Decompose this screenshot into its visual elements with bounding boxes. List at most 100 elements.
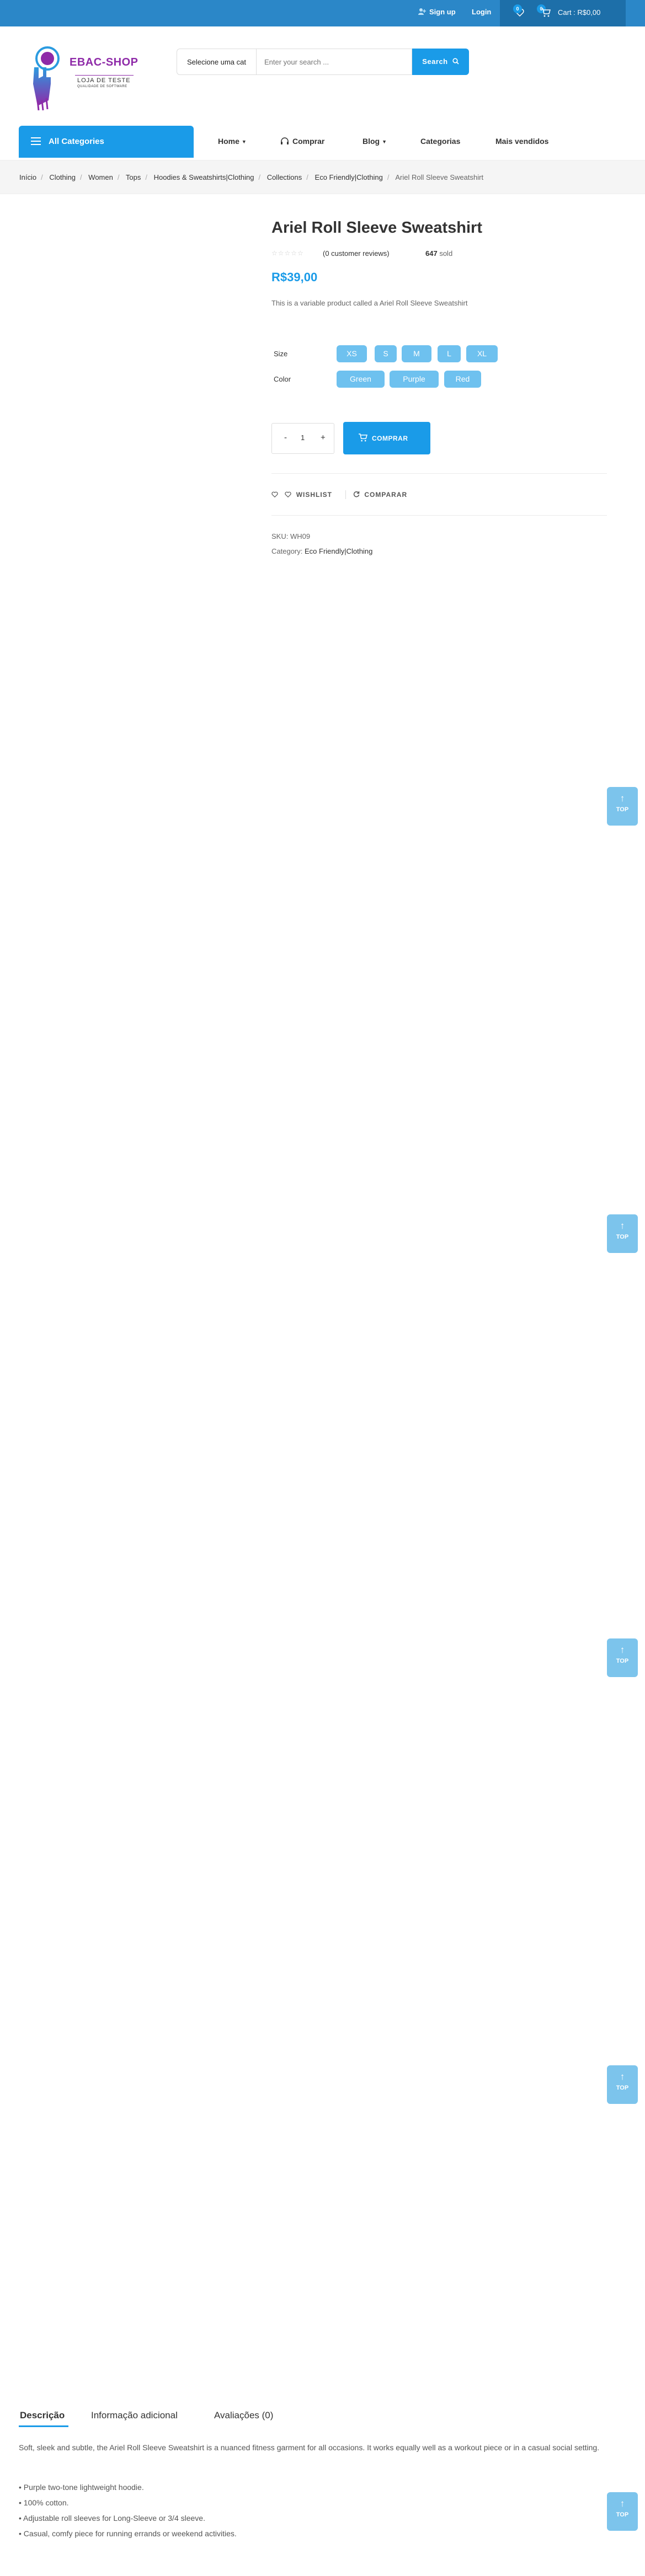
quantity-stepper: - 1 + (271, 423, 334, 454)
category-link[interactable]: Eco Friendly|Clothing (305, 547, 372, 555)
headset-icon (281, 137, 289, 144)
logo-subtagline: QUALIDADE DE SOFTWARE (77, 85, 127, 88)
tab-informacao-adicional[interactable]: Informação adicional (91, 2410, 178, 2421)
heart-icon (271, 491, 278, 498)
top-bar: Sign up Login 0 0 Cart : R$0,00 (0, 0, 645, 26)
breadcrumb-item[interactable]: Hoodies & Sweatshirts|Clothing (154, 173, 254, 181)
back-to-top-button[interactable]: ↑ TOP (607, 1214, 638, 1253)
active-tab-indicator (19, 2425, 68, 2427)
top-label: TOP (616, 2511, 629, 2518)
logo-brand-text: EBAC-SHOP (70, 56, 138, 68)
cart-total-link[interactable]: Cart : R$0,00 (558, 8, 600, 17)
breadcrumb: Início / Clothing / Women / Tops / Hoodies &… (0, 160, 645, 194)
reviews-link[interactable]: (0 customer reviews) (323, 249, 390, 258)
search-input[interactable] (256, 49, 412, 75)
back-to-top-button[interactable]: ↑ TOP (607, 787, 638, 826)
arrow-up-icon: ↑ (620, 1220, 625, 1231)
top-label: TOP (616, 1658, 629, 1664)
all-categories-label: All Categories (49, 137, 104, 146)
nav-home-label: Home (218, 137, 239, 146)
arrow-up-icon: ↑ (620, 1645, 625, 1655)
all-categories-button[interactable]: All Categories (19, 126, 194, 158)
signup-label: Sign up (429, 8, 456, 16)
nav-comprar-label: Comprar (292, 137, 325, 146)
breadcrumb-item[interactable]: Início (19, 173, 36, 181)
rating-stars-icon: ☆☆☆☆☆ (271, 249, 304, 257)
product-description: Soft, sleek and subtle, the Ariel Roll S… (19, 2443, 600, 2452)
nav-mais-vendidos[interactable]: Mais vendidos (495, 137, 548, 146)
size-option-l[interactable]: L (438, 345, 461, 362)
size-option-m[interactable]: M (402, 345, 431, 362)
quantity-increase-button[interactable]: + (321, 433, 326, 442)
sold-count: 647 sold (425, 249, 452, 258)
divider (271, 473, 607, 474)
wishlist-button[interactable]: WISHLIST (271, 491, 332, 499)
list-item: • Purple two-tone lightweight hoodie. (19, 2483, 144, 2492)
breadcrumb-item[interactable]: Women (88, 173, 113, 181)
sku-label: SKU: (271, 532, 289, 540)
list-item: • Casual, comfy piece for running errand… (19, 2529, 237, 2538)
color-option-green[interactable]: Green (337, 371, 385, 388)
top-label: TOP (616, 806, 629, 813)
product-category: Category: Eco Friendly|Clothing (271, 547, 372, 555)
product-sku: SKU: WH09 (271, 532, 310, 540)
search-button[interactable]: Search (412, 49, 469, 75)
nav-blog[interactable]: Blog ▼ (363, 137, 387, 146)
size-option-xs[interactable]: XS (337, 345, 367, 362)
search-bar: Selecione uma cat Search (177, 49, 469, 75)
login-link[interactable]: Login (472, 8, 491, 16)
size-option-xl[interactable]: XL (466, 345, 498, 362)
signup-link[interactable]: Sign up (418, 8, 456, 16)
color-option-red[interactable]: Red (444, 371, 481, 388)
chevron-down-icon: ▼ (382, 139, 387, 144)
back-to-top-button[interactable]: ↑ TOP (607, 2492, 638, 2531)
breadcrumb-current: Ariel Roll Sleeve Sweatshirt (395, 173, 484, 181)
feature-list: • Purple two-tone lightweight hoodie. • … (19, 2479, 237, 2541)
search-category-select[interactable]: Selecione uma cat (177, 49, 256, 75)
logo-hand-icon (33, 46, 60, 111)
buy-button-label: COMPRAR (372, 435, 408, 442)
breadcrumb-item[interactable]: Tops (126, 173, 141, 181)
category-label: Category: (271, 547, 303, 555)
search-icon (452, 58, 459, 65)
top-label: TOP (616, 2085, 629, 2091)
size-label: Size (274, 350, 288, 358)
chevron-down-icon: ▼ (241, 139, 247, 144)
refresh-icon (353, 491, 360, 497)
compare-label: COMPARAR (364, 491, 408, 499)
sold-label: sold (439, 249, 453, 258)
breadcrumb-item[interactable]: Collections (267, 173, 302, 181)
breadcrumb-item[interactable]: Eco Friendly|Clothing (315, 173, 383, 181)
logo-divider (75, 75, 134, 76)
sold-number: 647 (425, 249, 438, 258)
back-to-top-button[interactable]: ↑ TOP (607, 2065, 638, 2104)
nav-home[interactable]: Home ▼ (218, 137, 247, 146)
cart-icon[interactable] (541, 8, 551, 17)
wishlist-count-badge: 0 (513, 4, 522, 13)
action-separator (345, 490, 346, 499)
divider (271, 515, 607, 516)
arrow-up-icon: ↑ (620, 2498, 625, 2509)
product-title: Ariel Roll Sleeve Sweatshirt (271, 219, 482, 237)
back-to-top-button[interactable]: ↑ TOP (607, 1638, 638, 1677)
list-item: • Adjustable roll sleeves for Long-Sleev… (19, 2514, 205, 2523)
color-option-purple[interactable]: Purple (390, 371, 439, 388)
logo-tagline: LOJA DE TESTE (77, 77, 131, 84)
buy-button[interactable]: COMPRAR (343, 422, 430, 454)
compare-button[interactable]: COMPARAR (353, 491, 407, 499)
quantity-value[interactable]: 1 (301, 433, 305, 442)
nav-comprar[interactable]: Comprar (280, 137, 324, 146)
quantity-decrease-button[interactable]: - (284, 433, 287, 442)
product-price: R$39,00 (271, 270, 318, 284)
wishlist-label: WISHLIST (296, 491, 333, 499)
product-short-description: This is a variable product called a Arie… (271, 299, 468, 307)
color-label: Color (274, 375, 291, 383)
top-label: TOP (616, 1234, 629, 1240)
nav-categorias[interactable]: Categorias (420, 137, 460, 146)
site-logo[interactable]: EBAC-SHOP LOJA DE TESTE QUALIDADE DE SOF… (26, 45, 148, 111)
tab-descricao[interactable]: Descrição (20, 2410, 65, 2421)
breadcrumb-item[interactable]: Clothing (49, 173, 76, 181)
search-button-label: Search (422, 57, 448, 66)
size-option-s[interactable]: S (375, 345, 397, 362)
tab-avaliacoes[interactable]: Avaliações (0) (214, 2410, 273, 2421)
